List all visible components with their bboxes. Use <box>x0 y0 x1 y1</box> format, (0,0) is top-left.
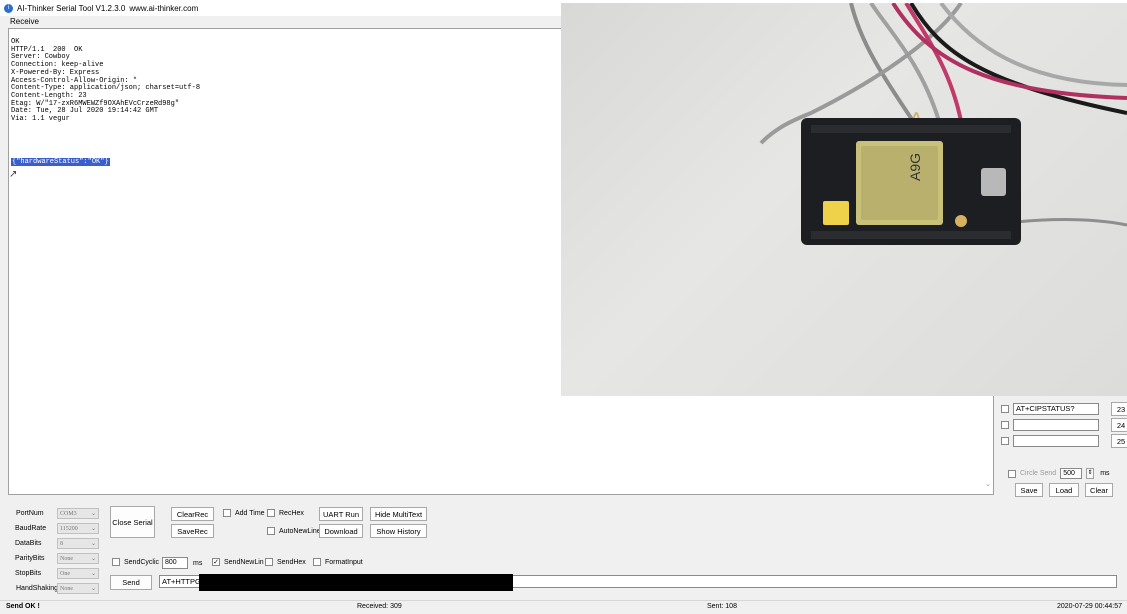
multitext-row-24: 24 <box>1001 418 1127 432</box>
sendhex-label: SendHex <box>277 558 306 566</box>
circle-ms-label: ms <box>1100 470 1110 477</box>
paritybits-select[interactable]: None ⌄ <box>57 553 99 564</box>
multitext-row-25: 25 <box>1001 434 1127 448</box>
chevron-down-icon: ⌄ <box>90 556 96 562</box>
spinner-icon[interactable]: ⇕ <box>1086 468 1095 479</box>
load-button[interactable]: Load <box>1049 483 1079 497</box>
sendhex-checkbox[interactable] <box>265 558 273 566</box>
add-time-label: Add Time <box>235 509 265 517</box>
autonewline-label: AutoNewLine <box>279 527 321 535</box>
save-button[interactable]: Save <box>1015 483 1043 497</box>
saverec-button[interactable]: SaveRec <box>171 524 214 538</box>
hide-multitext-button[interactable]: Hide MultiText <box>370 507 427 521</box>
multitext-input[interactable]: AT+CIPSTATUS? <box>1013 403 1099 415</box>
ai-thinker-logo-icon: i <box>4 3 13 13</box>
multitext-row-checkbox[interactable] <box>1001 421 1009 429</box>
sendhex-option: SendHex <box>265 558 306 566</box>
paritybits-value: None <box>60 555 73 562</box>
received-count: Received: 309 <box>357 603 402 610</box>
show-history-button[interactable]: Show History <box>370 524 427 538</box>
rechex-checkbox[interactable] <box>267 509 275 517</box>
window-title: AI-Thinker Serial Tool V1.2.3.0 <box>17 3 126 13</box>
multitext-send-button[interactable]: 24 <box>1111 418 1127 432</box>
send-button[interactable]: Send <box>110 575 152 590</box>
download-button[interactable]: Download <box>319 524 363 538</box>
stopbits-select[interactable]: One ⌄ <box>57 568 99 579</box>
svg-text:A9G: A9G <box>907 153 923 181</box>
portnum-value: COM3 <box>60 510 77 517</box>
cyclic-ms-label: ms <box>193 560 203 567</box>
autonewline-option: AutoNewLine <box>267 527 321 535</box>
close-serial-button[interactable]: Close Serial <box>110 506 155 538</box>
receive-text: OK HTTP/1.1 200 OK Server: Cowboy Connec… <box>11 38 201 124</box>
paritybits-label: ParityBits <box>15 555 45 562</box>
chevron-down-icon: ⌄ <box>90 511 96 517</box>
databits-select[interactable]: 8 ⌄ <box>57 538 99 549</box>
formatinput-checkbox[interactable] <box>313 558 321 566</box>
autonewline-checkbox[interactable] <box>267 527 275 535</box>
window-website: www.ai-thinker.com <box>129 3 199 13</box>
portnum-select[interactable]: COM3 ⌄ <box>57 508 99 519</box>
sendnewline-label: SendNewLin <box>224 558 264 566</box>
databits-label: DataBits <box>15 540 42 547</box>
multitext-input[interactable] <box>1013 419 1099 431</box>
status-bar: Send OK ! Received: 309 Sent: 108 2020-0… <box>0 600 1127 614</box>
add-time-option: Add Time <box>223 509 265 517</box>
sendcyclic-option: SendCyclic <box>112 558 159 566</box>
multitext-row-checkbox[interactable] <box>1001 405 1009 413</box>
chevron-down-icon: ⌄ <box>90 541 96 547</box>
webcam-video-overlay: A9G <box>561 3 1127 396</box>
chevron-down-icon: ⌄ <box>90 526 96 532</box>
circle-send-checkbox[interactable] <box>1008 469 1016 478</box>
baudrate-select[interactable]: 115200 ⌄ <box>57 523 99 534</box>
receive-label: Receive <box>10 17 39 26</box>
status-message: Send OK ! <box>6 603 40 610</box>
sendnewline-option: ✓ SendNewLin <box>212 558 264 566</box>
circle-send-label: Circle Send <box>1020 470 1057 477</box>
stopbits-label: StopBits <box>15 570 42 577</box>
multitext-row-checkbox[interactable] <box>1001 437 1009 445</box>
portnum-label: PortNum <box>16 510 44 517</box>
sendcyclic-checkbox[interactable] <box>112 558 120 566</box>
sendnewline-checkbox[interactable]: ✓ <box>212 558 220 566</box>
baudrate-value: 115200 <box>60 525 78 532</box>
multitext-row-23: AT+CIPSTATUS? 23 <box>1001 402 1127 416</box>
status-datetime: 2020-07-29 00:44:57 <box>1057 603 1122 610</box>
selected-json-response: {"hardwareStatus":"OK"} <box>11 158 110 166</box>
sendcyclic-label: SendCyclic <box>124 558 160 566</box>
rechex-label: RecHex <box>279 509 304 517</box>
clearrec-button[interactable]: ClearRec <box>171 507 214 521</box>
multitext-input[interactable] <box>1013 435 1099 447</box>
redaction-block <box>199 574 513 591</box>
handshaking-select[interactable]: None ⌄ <box>57 583 99 594</box>
stopbits-value: One <box>60 570 70 577</box>
circle-send-row: Circle Send 500 ⇕ ms <box>1008 468 1110 479</box>
clear-button[interactable]: Clear <box>1085 483 1113 497</box>
a9g-board-photo: A9G <box>759 3 1127 245</box>
mouse-cursor-icon: ↗ <box>9 169 18 180</box>
rechex-option: RecHex <box>267 509 304 517</box>
chevron-down-icon: ⌄ <box>90 571 96 577</box>
formatinput-label: FormatInput <box>325 558 363 566</box>
multitext-send-button[interactable]: 23 <box>1111 402 1127 416</box>
formatinput-option: FormatInput <box>313 558 363 566</box>
baudrate-label: BaudRate <box>15 525 47 532</box>
circle-interval-input[interactable]: 500 <box>1060 468 1083 479</box>
scroll-down-arrow-icon[interactable]: ⌄ <box>985 480 995 494</box>
handshaking-value: None <box>60 585 73 592</box>
handshaking-label: HandShaking <box>16 585 59 592</box>
cyclic-interval-input[interactable]: 800 <box>162 557 188 569</box>
sent-count: Sent: 108 <box>707 603 737 610</box>
add-time-checkbox[interactable] <box>223 509 231 517</box>
chevron-down-icon: ⌄ <box>90 586 96 592</box>
multitext-send-button[interactable]: 25 <box>1111 434 1127 448</box>
databits-value: 8 <box>60 540 63 547</box>
uart-run-button[interactable]: UART Run <box>319 507 363 521</box>
